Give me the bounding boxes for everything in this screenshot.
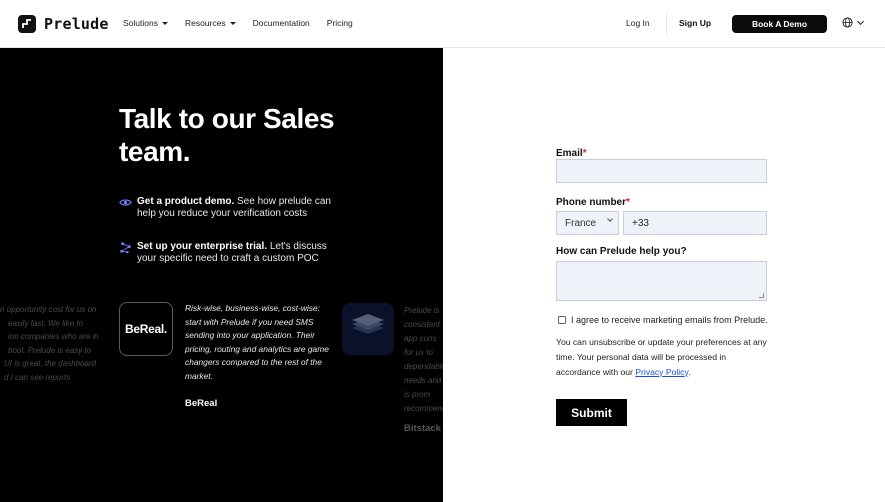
bereal-logo: BeReal. [119,302,173,356]
testimonial-fragment: d I can see reports [4,372,71,382]
testimonial-author: BeReal [185,398,218,409]
testimonial-fragment: dependable [404,362,443,371]
email-field[interactable] [556,159,767,183]
book-demo-button[interactable]: Book A Demo [732,15,827,33]
testimonial-fragment: recommend [404,404,443,413]
main-nav: Solutions Resources Documentation Pricin… [123,18,370,28]
phone-label: Phone number* [556,197,630,208]
consent-checkbox[interactable] [558,316,566,324]
testimonial-next: Prelude is consistent app cons for us to… [404,304,443,416]
layers-icon [352,314,384,334]
testimonial-quote: Risk-wise, business-wise, cost-wise: sta… [185,303,329,381]
testimonial-author-next: Bitstack [404,423,441,434]
signup-link[interactable]: Sign Up [679,18,711,28]
consent-label: I agree to receive marketing emails from… [571,315,768,325]
nav-item-documentation[interactable]: Documentation [253,18,310,28]
nav-item-label: Solutions [123,18,158,28]
resize-handle-icon[interactable] [759,293,764,298]
testimonial-fragment: for us to [404,348,433,357]
testimonial-prev: n opportunity cost for us on easily fast… [0,303,108,384]
help-textarea[interactable] [556,261,767,301]
testimonial-fragment: Prelude is [404,306,440,315]
eye-icon [119,199,132,206]
language-selector[interactable] [842,17,865,28]
testimonial-fragment: is prom [404,390,431,399]
nav-item-solutions[interactable]: Solutions [123,18,168,28]
nav-item-label: Pricing [326,18,353,28]
testimonial-fragment: ion companies who are in [8,332,99,341]
feature-product-demo: Get a product demo. See how prelude can … [119,196,339,219]
feature-title: Set up your enterprise trial. [137,241,268,252]
testimonial-fragment: consistent [404,320,441,329]
nodes-icon [120,242,131,254]
phone-field[interactable] [623,211,767,235]
country-select[interactable]: France [556,211,619,235]
header-divider [666,14,667,34]
testimonial-fragment: UI is great, the dashboard [4,359,97,368]
marketing-consent[interactable]: I agree to receive marketing emails from… [558,315,788,325]
globe-icon [842,17,853,28]
bitstack-logo [342,303,394,355]
required-mark: * [582,148,587,159]
brand-logo[interactable]: Prelude [18,15,109,33]
caret-down-icon [161,21,168,25]
country-value: France [565,217,597,229]
privacy-notice: You can unsubscribe or update your prefe… [556,337,767,377]
nav-item-label: Resources [184,18,226,28]
page-title: Talk to our Sales team. [119,103,335,167]
privacy-policy-link[interactable]: Privacy Policy [635,367,688,377]
login-link[interactable]: Log In [626,18,650,28]
sales-hero-panel: Talk to our Sales team. Get a product de… [0,48,443,502]
chevron-down-icon [856,17,865,25]
prelude-logo-icon [18,15,36,33]
nav-item-label: Documentation [252,18,310,28]
brand-name: Prelude [44,15,109,33]
testimonial-fragment: needs and [404,376,442,385]
feature-enterprise-trial: Set up your enterprise trial. Let's disc… [119,241,339,264]
testimonial-fragment: easily fast. We like to [8,318,83,328]
required-mark: * [626,197,630,208]
help-label: How can Prelude help you? [556,246,687,257]
nav-item-pricing[interactable]: Pricing [327,18,353,28]
submit-button[interactable]: Submit [556,399,627,426]
chevron-down-icon [607,216,613,222]
top-nav-bar: Prelude Solutions Resources Documentatio… [0,0,885,48]
nav-item-resources[interactable]: Resources [185,18,236,28]
caret-down-icon [229,21,236,25]
feature-title: Get a product demo. [137,196,235,207]
testimonial-fragment: bool. Prelude is easy to [8,345,92,355]
testimonial-fragment: n opportunity cost for us on [0,305,97,314]
email-label: Email* [556,148,587,159]
testimonial-fragment: app cons [404,334,437,343]
